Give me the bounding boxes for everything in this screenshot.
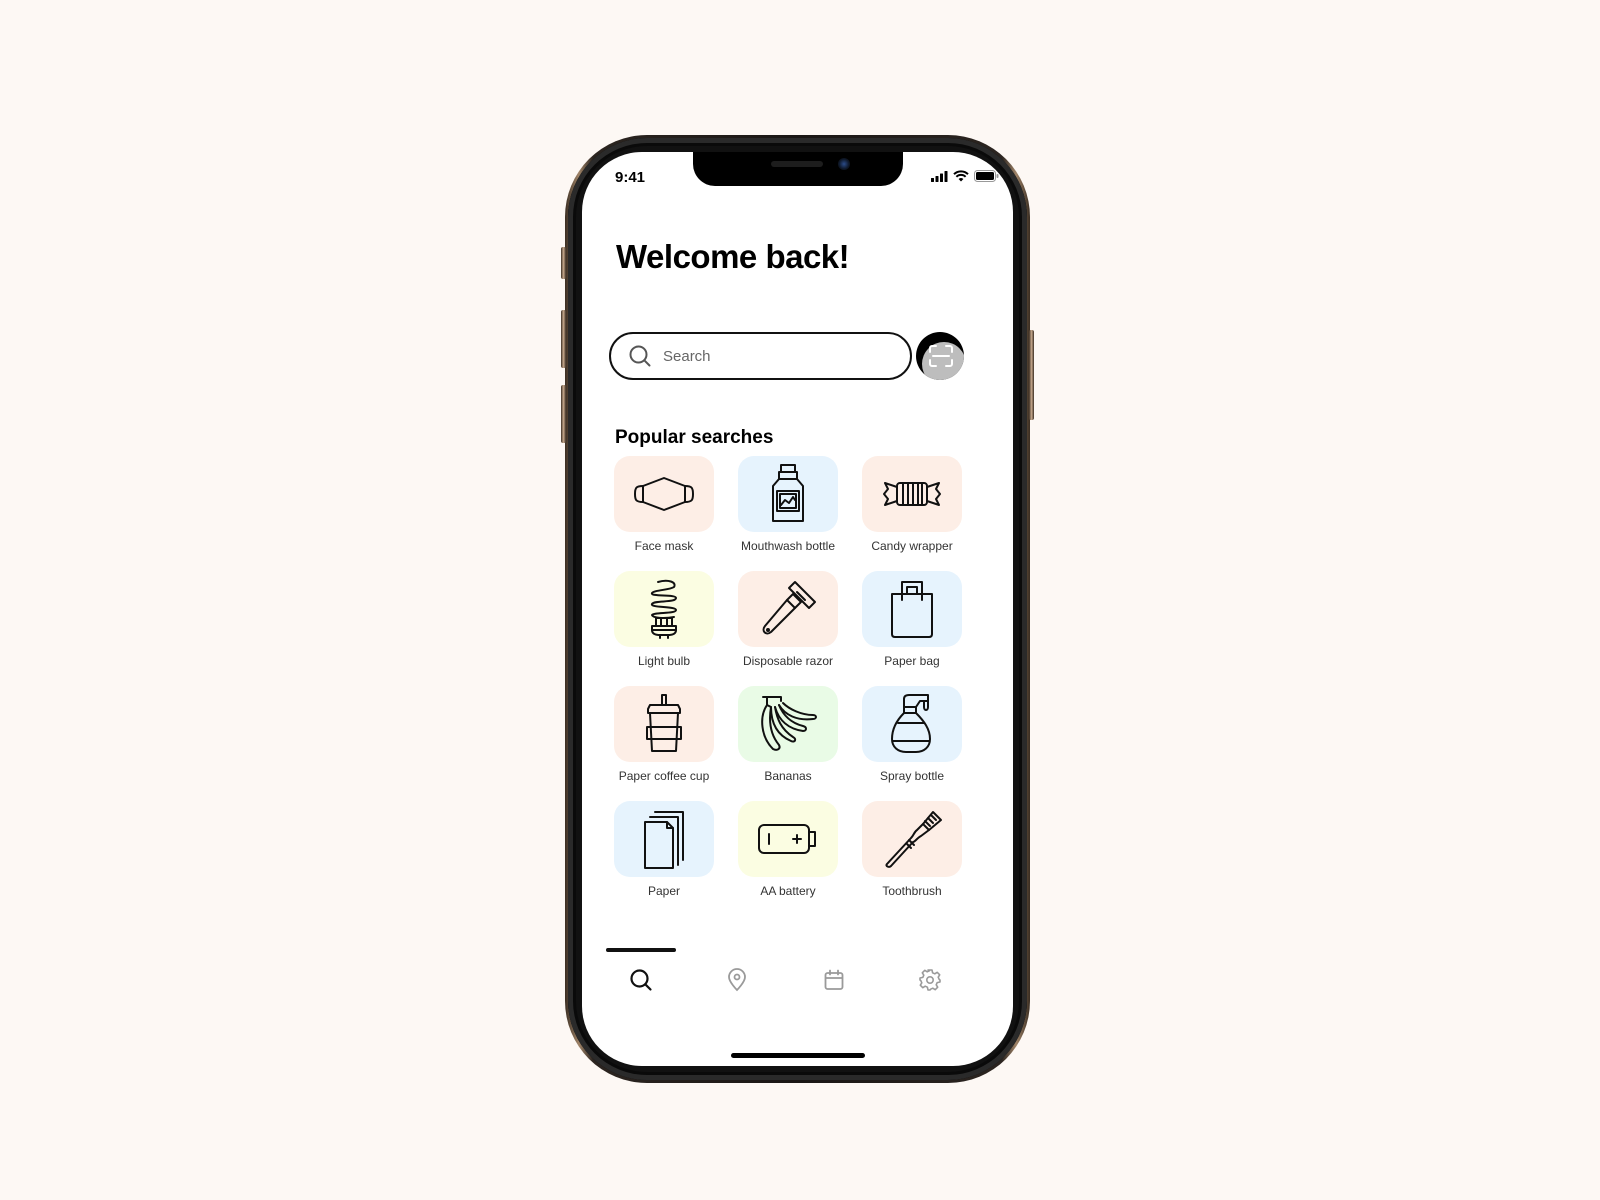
notch [692, 152, 903, 186]
tile-background [738, 456, 838, 532]
paper-bag-icon [891, 581, 933, 638]
bananas-icon [761, 696, 817, 751]
popular-item-toothbrush[interactable]: Toothbrush [862, 801, 962, 898]
tile-label: AA battery [760, 884, 816, 898]
paper-icon [644, 811, 684, 869]
search-icon [629, 345, 651, 367]
signal-icon [931, 170, 948, 182]
scan-icon [929, 345, 953, 367]
app-screen: 9:41 Welcome back! Search Popular search… [582, 152, 1013, 1066]
tile-label: Paper [647, 884, 681, 898]
popular-item-bananas[interactable]: Bananas [738, 686, 838, 783]
battery-icon [974, 170, 999, 182]
battery-aa-icon [758, 824, 816, 854]
tile-background [862, 801, 962, 877]
popular-item-aa-battery[interactable]: AA battery [738, 801, 838, 898]
tile-background [738, 571, 838, 647]
status-icons [931, 170, 999, 182]
tile-background [614, 686, 714, 762]
tile-label: Mouthwash bottle [740, 539, 836, 553]
tile-background [738, 801, 838, 877]
tab-settings[interactable] [910, 960, 950, 1000]
scan-button[interactable] [916, 332, 964, 380]
popular-item-face-mask[interactable]: Face mask [614, 456, 714, 553]
search-icon [630, 969, 652, 991]
tile-background [614, 571, 714, 647]
tile-background [614, 456, 714, 532]
tab-location[interactable] [717, 960, 757, 1000]
coffee-cup-icon [646, 694, 682, 752]
volume-up-button [561, 310, 566, 368]
front-camera [837, 158, 850, 170]
face-mask-icon [634, 477, 694, 511]
bottom-tab-bar [582, 948, 1013, 1028]
mouthwash-bottle-icon [772, 464, 804, 522]
candy-icon [883, 482, 941, 506]
volume-down-button [561, 385, 566, 443]
tile-label: Disposable razor [742, 654, 834, 668]
tile-label: Toothbrush [882, 884, 942, 898]
tile-label: Paper bag [884, 654, 940, 668]
power-button [1029, 330, 1034, 420]
calendar-icon [824, 969, 844, 990]
popular-item-spray-bottle[interactable]: Spray bottle [862, 686, 962, 783]
active-tab-indicator [606, 948, 676, 952]
tile-label: Light bulb [637, 654, 691, 668]
popular-item-paper-coffee-cup[interactable]: Paper coffee cup [614, 686, 714, 783]
tile-label: Face mask [634, 539, 694, 553]
toothbrush-icon [885, 811, 942, 868]
popular-item-candy-wrapper[interactable]: Candy wrapper [862, 456, 962, 553]
spray-bottle-icon [891, 694, 931, 753]
popular-item-paper-bag[interactable]: Paper bag [862, 571, 962, 668]
popular-searches-grid: Face mask Mouthwash bottle Candy wrapper… [614, 456, 964, 898]
popular-item-light-bulb[interactable]: Light bulb [614, 571, 714, 668]
home-indicator[interactable] [730, 1053, 865, 1058]
light-bulb-icon [650, 579, 677, 639]
tile-label: Paper coffee cup [618, 769, 710, 783]
tab-search[interactable] [621, 960, 661, 1000]
gear-icon [919, 969, 941, 991]
search-input[interactable] [663, 347, 863, 365]
tile-background [862, 456, 962, 532]
tile-label: Candy wrapper [871, 539, 953, 553]
popular-item-mouthwash-bottle[interactable]: Mouthwash bottle [738, 456, 838, 553]
tab-calendar[interactable] [814, 960, 854, 1000]
tile-background [614, 801, 714, 877]
location-pin-icon [728, 968, 746, 992]
tile-label: Bananas [764, 769, 812, 783]
tile-background [862, 571, 962, 647]
status-time: 9:41 [615, 169, 646, 186]
mute-switch [561, 247, 566, 279]
popular-item-disposable-razor[interactable]: Disposable razor [738, 571, 838, 668]
phone-frame: 9:41 Welcome back! Search Popular search… [561, 135, 1034, 1083]
popular-item-paper[interactable]: Paper [614, 801, 714, 898]
section-title: Popular searches [615, 427, 774, 448]
wifi-icon [953, 170, 969, 182]
tile-label: Spray bottle [879, 769, 945, 783]
page-title: Welcome back! [616, 238, 850, 275]
tile-background [862, 686, 962, 762]
tile-background [738, 686, 838, 762]
razor-icon [762, 581, 816, 635]
search-bar[interactable] [609, 332, 912, 380]
speaker [770, 161, 823, 167]
